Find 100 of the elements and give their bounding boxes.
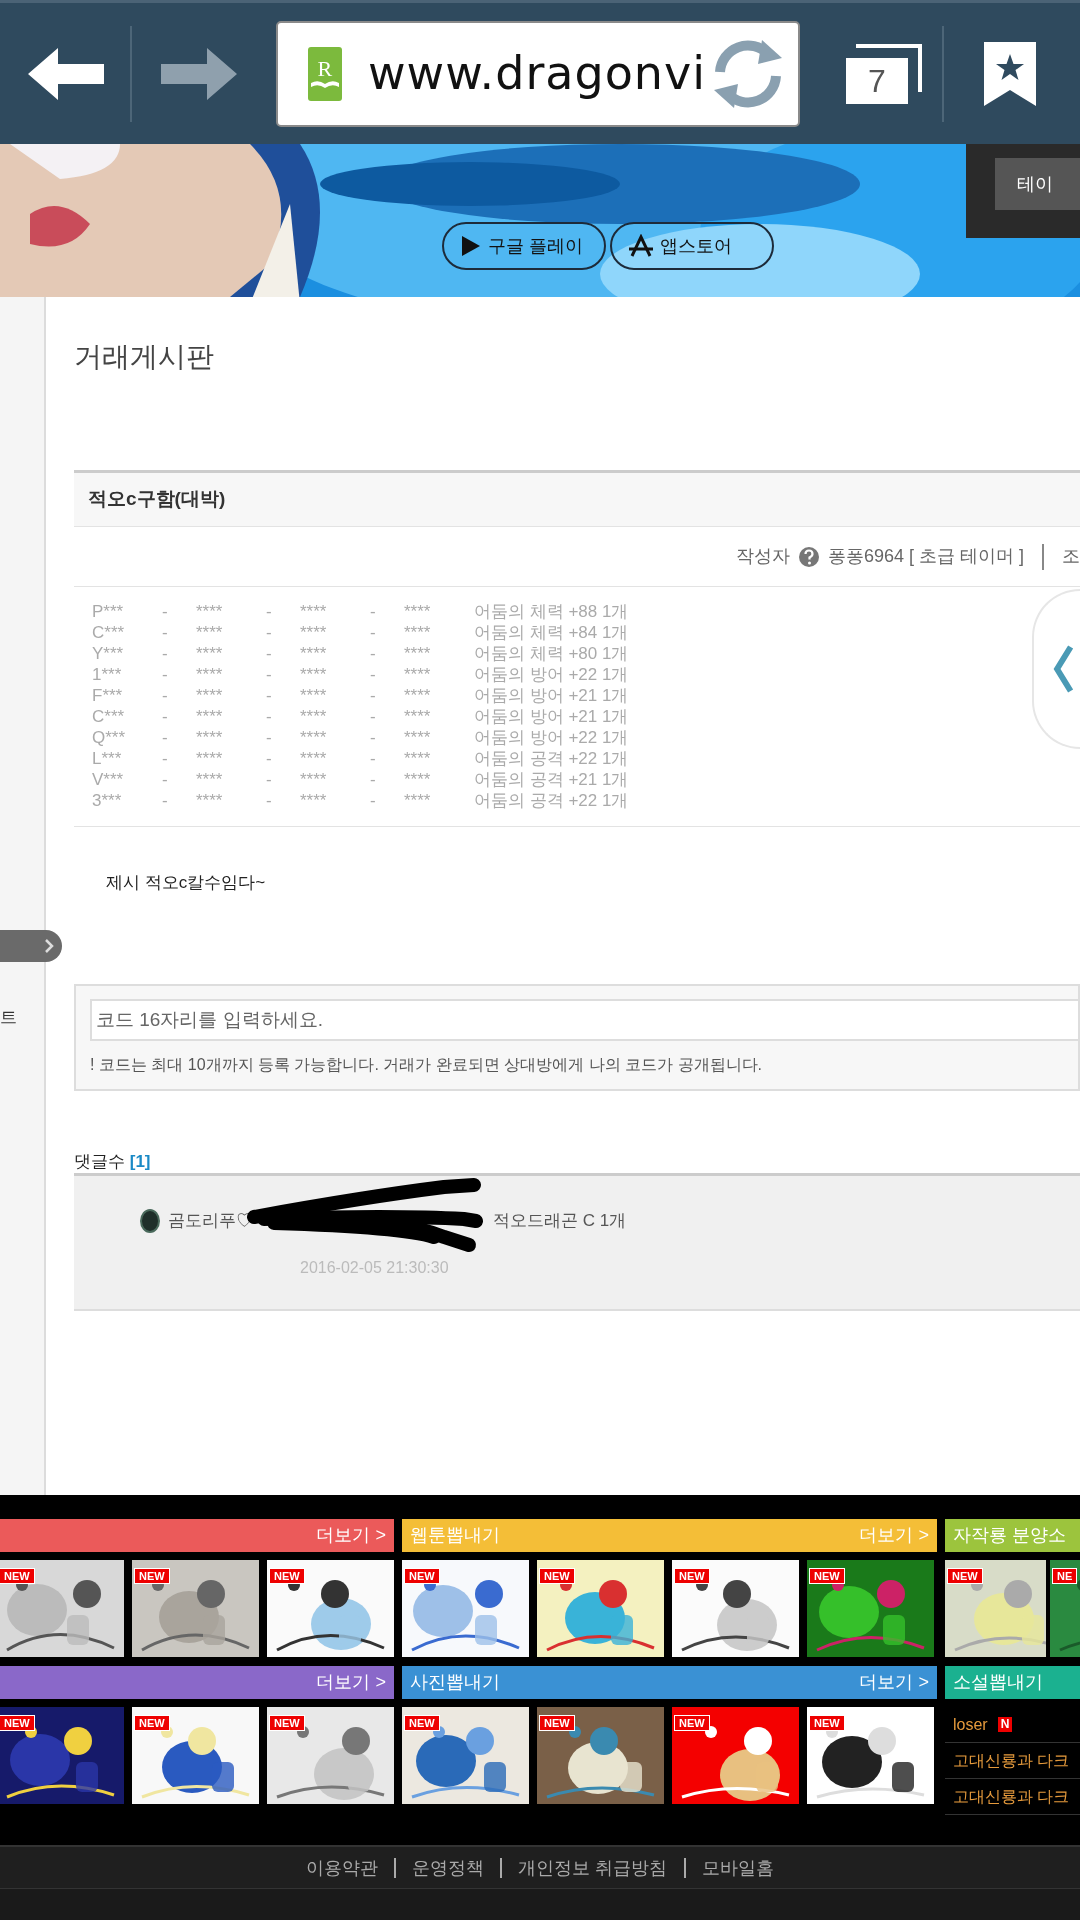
code-cell-text: F*** (92, 685, 124, 706)
footer-link[interactable]: 모바일홈 (683, 1857, 790, 1878)
code-cell-text: 어둠의 공격 +22 1개 (474, 748, 630, 769)
tabs-button[interactable]: 7 (842, 41, 922, 106)
code-cell-text: - (370, 664, 377, 685)
new-badge: NEW (809, 1715, 845, 1731)
thumbnail[interactable]: NEW (945, 1560, 1046, 1657)
code-cell-text: - (162, 622, 169, 643)
comment-text: 적오드래곤 C 1개 (493, 1210, 627, 1232)
more-link[interactable]: 더보기 > (316, 1669, 386, 1696)
section-title: 자작룡 분양소 (953, 1524, 1066, 1547)
code-cell-text: - (370, 748, 377, 769)
section-title: 소설뽑내기 (953, 1671, 1043, 1694)
code-cell-text: **** (196, 643, 224, 664)
code-cell-text: **** (404, 769, 432, 790)
code-input-field[interactable]: 코드 16자리를 입력하세요. (90, 999, 1078, 1041)
code-cell-text: **** (404, 685, 432, 706)
code-cell-text: - (266, 685, 273, 706)
panel-button[interactable]: 테이 (995, 158, 1080, 210)
app-store-button[interactable]: 앱스토어 (610, 222, 774, 270)
code-cell-text: 어둠의 체력 +84 1개 (474, 622, 630, 643)
new-badge: NEW (0, 1715, 35, 1731)
novel-link[interactable]: loser (953, 1712, 988, 1737)
code-cell-text: **** (196, 664, 224, 685)
code-cell-text: - (162, 664, 169, 685)
new-badge: NEW (674, 1715, 710, 1731)
footer-link[interactable]: 이용약관 (290, 1857, 395, 1878)
new-badge: NEW (134, 1568, 170, 1584)
new-badge: NEW (674, 1568, 710, 1584)
code-cell-text: **** (196, 601, 224, 622)
thumbnail[interactable]: NEW (807, 1707, 934, 1804)
code-cell-text: P*** (92, 601, 125, 622)
code-cell-text: C*** (92, 622, 126, 643)
code-cell-text: - (266, 643, 273, 664)
thumbnail[interactable]: NEW (672, 1707, 799, 1804)
thumbnail[interactable]: NEW (267, 1707, 394, 1804)
code-cell-text: **** (196, 622, 224, 643)
code-cell-text: **** (300, 622, 328, 643)
thumbnail[interactable]: NE (1050, 1560, 1080, 1657)
code-cell-text: 어둠의 방어 +21 1개 (474, 706, 630, 727)
footer-link[interactable]: 운영정책 (394, 1857, 501, 1878)
new-badge: NEW (134, 1715, 170, 1731)
code-cell-text: **** (300, 643, 328, 664)
code-cell-text: - (266, 727, 273, 748)
code-cell-text: - (266, 769, 273, 790)
thumbnail[interactable]: NEW (132, 1560, 259, 1657)
new-badge: NEW (269, 1568, 305, 1584)
code-cell-text: **** (300, 706, 328, 727)
thumbnail[interactable]: NEW (132, 1707, 259, 1804)
code-cell-text: 어둠의 방어 +21 1개 (474, 685, 630, 706)
new-badge: NEW (0, 1568, 35, 1584)
code-cell-text: **** (404, 664, 432, 685)
code-cell-text: - (370, 601, 377, 622)
section-title: 사진뽑내기 (410, 1671, 500, 1694)
code-cell-text: **** (300, 685, 328, 706)
code-cell-text: - (266, 622, 273, 643)
thumbnail[interactable]: NEW (0, 1560, 124, 1657)
thumbnail[interactable]: NEW (267, 1560, 394, 1657)
code-cell-text: 어둠의 방어 +22 1개 (474, 727, 630, 748)
code-cell-text: 어둠의 방어 +22 1개 (474, 664, 630, 685)
code-cell-text: **** (404, 601, 432, 622)
code-cell-text: **** (404, 727, 432, 748)
new-badge: NEW (404, 1715, 440, 1731)
thumbnail[interactable]: NEW (0, 1707, 124, 1804)
code-cell-text: **** (300, 769, 328, 790)
play-store-button[interactable]: 구글 플레이 (442, 222, 606, 270)
more-link[interactable]: 더보기 > (859, 1669, 929, 1696)
code-cell-text: - (266, 664, 273, 685)
novel-link[interactable]: 고대신룡과 다크 (953, 1748, 1070, 1773)
code-cell-text: - (370, 706, 377, 727)
sidebar-label[interactable]: 트 (0, 1005, 17, 1031)
post-title: 적오c구함(대박) (74, 470, 1080, 527)
thumbnail[interactable]: NEW (807, 1560, 934, 1657)
code-cell-text: - (162, 706, 169, 727)
code-cell-text: 3*** (92, 790, 123, 811)
thumbnail[interactable]: NEW (537, 1707, 664, 1804)
code-cell-text: **** (196, 748, 224, 769)
code-cell-text: - (370, 622, 377, 643)
address-bar[interactable]: R www.dragonvi (276, 20, 800, 127)
code-cell-text: **** (300, 748, 328, 769)
code-cell-text: 1*** (92, 664, 123, 685)
code-cell-text: **** (300, 727, 328, 748)
footer-link[interactable]: 개인정보 취급방침 (500, 1857, 684, 1878)
thumbnail[interactable]: NEW (672, 1560, 799, 1657)
more-link[interactable]: 더보기 > (316, 1522, 386, 1549)
code-cell-text: - (162, 748, 169, 769)
board-title: 거래게시판 (74, 340, 215, 374)
code-cell-text: 어둠의 체력 +88 1개 (474, 601, 630, 622)
thumbnail[interactable]: NEW (537, 1560, 664, 1657)
thumbnail[interactable]: NEW (402, 1560, 529, 1657)
novel-link[interactable]: 고대신룡과 다크 (953, 1784, 1070, 1809)
comment-author: 곰도리푸♡ (168, 1210, 253, 1232)
section-title: 웹툰뽑내기 (410, 1524, 500, 1547)
code-notice: ! 코드는 최대 10개까지 등록 가능합니다. 거래가 완료되면 상대방에게 나의 코드가 공개됩니다. (90, 1055, 764, 1075)
code-cell-text: Y*** (92, 643, 125, 664)
code-cell-text: C*** (92, 706, 126, 727)
tab-count: 7 (846, 57, 908, 104)
code-cell-text: - (162, 601, 169, 622)
author-name[interactable]: 퐁퐁6964 [ 초급 테이머 ] (827, 543, 1024, 570)
thumbnail[interactable]: NEW (402, 1707, 529, 1804)
